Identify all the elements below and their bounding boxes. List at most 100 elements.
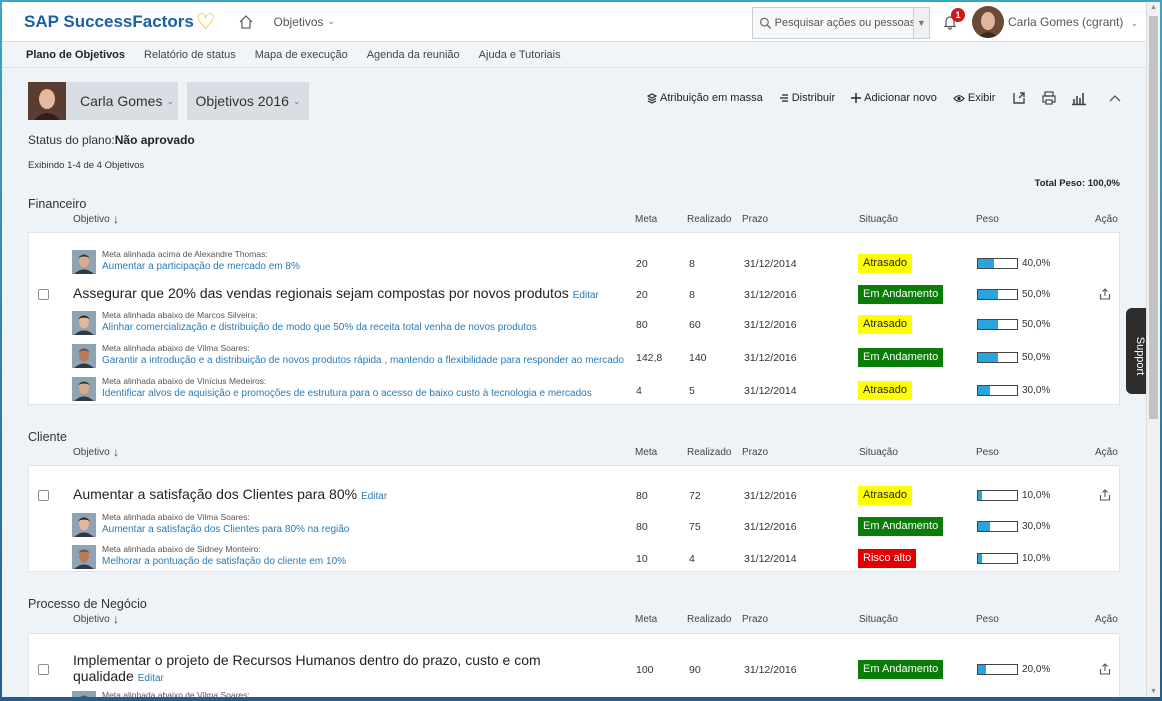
objective-card: Meta alinhada acima de Alexandre Thomas:…: [28, 232, 1120, 405]
column-objective[interactable]: Objetivo: [73, 614, 110, 625]
support-tab[interactable]: Support: [1126, 308, 1146, 394]
objective-title[interactable]: Aumentar a satisfação dos Clientes para …: [73, 486, 387, 502]
weight-value: 50,0%: [1022, 289, 1051, 300]
column-meta: Meta: [635, 447, 658, 458]
column-acao: Ação: [1095, 447, 1118, 458]
realizado-value: 90: [689, 664, 701, 676]
subnav-agenda-reuniao[interactable]: Agenda da reunião: [367, 49, 460, 61]
weight-progress-fill: [978, 554, 982, 563]
person-selector[interactable]: Carla Gomes ⌄: [28, 82, 178, 120]
status-badge: Risco alto: [858, 549, 917, 568]
share-icon[interactable]: [1099, 288, 1111, 300]
home-icon[interactable]: [238, 14, 254, 30]
objective-title-text: Assegurar que 20% das vendas regionais s…: [73, 285, 569, 301]
user-name: Carla Gomes (cgrant): [1008, 15, 1124, 29]
column-prazo: Prazo: [742, 614, 769, 625]
search-dropdown-button[interactable]: ▼: [912, 8, 929, 38]
sort-arrow-icon[interactable]: ↓: [113, 445, 119, 459]
subnav-plano-objetivos[interactable]: Plano de Objetivos: [26, 49, 125, 61]
scroll-down-icon[interactable]: ▼: [1150, 688, 1157, 695]
distribute-button[interactable]: Distribuir: [779, 92, 835, 104]
aligned-goal-owner: Meta alinhada abaixo de Marcos Silveira:: [102, 310, 258, 320]
person-avatar: [72, 344, 96, 368]
toolbar: Atribuição em massa Distribuir Adicionar…: [647, 90, 1137, 106]
aligned-goal-row: Meta alinhada acima de Alexandre Thomas:…: [29, 248, 1119, 278]
export-icon[interactable]: [1011, 90, 1027, 106]
search-input[interactable]: [774, 17, 913, 29]
prazo-value: 31/12/2016: [744, 289, 797, 301]
aligned-goal-link[interactable]: Identificar alvos de aquisição e promoçõ…: [102, 388, 592, 399]
weight-value: 30,0%: [1022, 521, 1051, 532]
objective-title-text: Implementar o projeto de Recursos Humano…: [73, 652, 541, 668]
prazo-value: 31/12/2014: [744, 553, 797, 565]
scroll-up-icon[interactable]: ▲: [1150, 4, 1157, 11]
mass-assign-button[interactable]: Atribuição em massa: [647, 92, 763, 104]
row-checkbox[interactable]: [38, 490, 49, 501]
person-avatar: [72, 311, 96, 335]
aligned-goal-owner: Meta alinhada abaixo de Vilma Soares:: [102, 343, 250, 353]
column-realizado: Realizado: [687, 614, 732, 625]
share-icon[interactable]: [1099, 489, 1111, 501]
sort-arrow-icon[interactable]: ↓: [113, 612, 119, 626]
column-realizado: Realizado: [687, 214, 732, 225]
weight-progress-fill: [978, 386, 990, 395]
module-menu[interactable]: Objetivos ⌄: [274, 15, 336, 29]
realizado-value: 72: [689, 490, 701, 502]
status-badge: Em Andamento: [858, 517, 944, 536]
weight-progress-fill: [978, 259, 994, 268]
chevron-down-icon: ⌄: [1130, 18, 1139, 28]
column-objective[interactable]: Objetivo: [73, 214, 110, 225]
vertical-scrollbar[interactable]: ▲ ▼: [1146, 2, 1160, 697]
weight-progress-bar: [977, 352, 1018, 363]
weight-value: 10,0%: [1022, 553, 1051, 564]
person-photo: [28, 82, 66, 120]
sap-logo[interactable]: SAP SuccessFactors ♡: [24, 10, 216, 33]
plan-selector[interactable]: Objetivos 2016 ⌄: [187, 82, 309, 120]
realizado-value: 5: [689, 385, 695, 397]
subnav-relatorio-status[interactable]: Relatório de status: [144, 49, 236, 61]
aligned-goal-link[interactable]: Aumentar a satisfação dos Clientes para …: [102, 524, 349, 535]
chevron-down-icon: ▼: [916, 18, 926, 28]
weight-value: 30,0%: [1022, 385, 1051, 396]
aligned-goal-owner: Meta alinhada abaixo de Vilma Soares:: [102, 690, 250, 697]
person-name: Carla Gomes: [80, 93, 163, 109]
share-icon[interactable]: [1099, 663, 1111, 675]
prazo-value: 31/12/2014: [744, 385, 797, 397]
prazo-value: 31/12/2016: [744, 319, 797, 331]
sort-arrow-icon[interactable]: ↓: [113, 212, 119, 226]
person-avatar: [72, 513, 96, 537]
aligned-goal-link[interactable]: Aumentar a participação de mercado em 8%: [102, 261, 300, 272]
subnav-ajuda-tutoriais[interactable]: Ajuda e Tutoriais: [479, 49, 561, 61]
row-checkbox[interactable]: [38, 289, 49, 300]
brand-name: SAP SuccessFactors: [24, 11, 194, 31]
scroll-thumb[interactable]: [1149, 16, 1158, 419]
aligned-goal-link[interactable]: Garantir a introdução e a distribuição d…: [102, 355, 624, 366]
aligned-goal-link[interactable]: Alinhar comercialização e distribuição d…: [102, 322, 537, 333]
app-window: SAP SuccessFactors ♡ Objetivos ⌄ ▼ 1 Ca: [2, 2, 1146, 697]
objective-title[interactable]: Implementar o projeto de Recursos Humano…: [73, 652, 541, 684]
meta-value: 20: [636, 289, 648, 301]
column-objective[interactable]: Objetivo: [73, 447, 110, 458]
add-new-label: Adicionar novo: [864, 92, 937, 104]
row-checkbox[interactable]: [38, 664, 49, 675]
objective-card: Aumentar a satisfação dos Clientes para …: [28, 465, 1120, 572]
edit-link[interactable]: Editar: [361, 491, 387, 502]
edit-link[interactable]: Editar: [573, 290, 599, 301]
user-menu[interactable]: Carla Gomes (cgrant) ⌄: [1008, 15, 1138, 29]
distribute-label: Distribuir: [791, 92, 836, 104]
chart-icon[interactable]: [1071, 90, 1087, 106]
edit-link[interactable]: Editar: [138, 673, 164, 684]
print-icon[interactable]: [1041, 90, 1057, 106]
add-new-button[interactable]: Adicionar novo: [851, 92, 937, 104]
eye-icon: [953, 94, 965, 102]
column-header: Objetivo ↓ Meta Realizado Prazo Situação Peso A…: [28, 445, 1120, 463]
weight-progress-fill: [978, 491, 982, 500]
chevron-up-icon[interactable]: [1107, 90, 1123, 106]
view-button[interactable]: Exibir: [953, 92, 995, 104]
weight-progress-bar: [977, 385, 1018, 396]
subnav-mapa-execucao[interactable]: Mapa de execução: [255, 49, 348, 61]
mass-assign-label: Atribuição em massa: [660, 92, 763, 104]
objective-title[interactable]: Assegurar que 20% das vendas regionais s…: [73, 285, 599, 301]
user-avatar[interactable]: [972, 6, 1004, 38]
aligned-goal-link[interactable]: Melhorar a pontuação de satisfação do cl…: [102, 556, 346, 567]
